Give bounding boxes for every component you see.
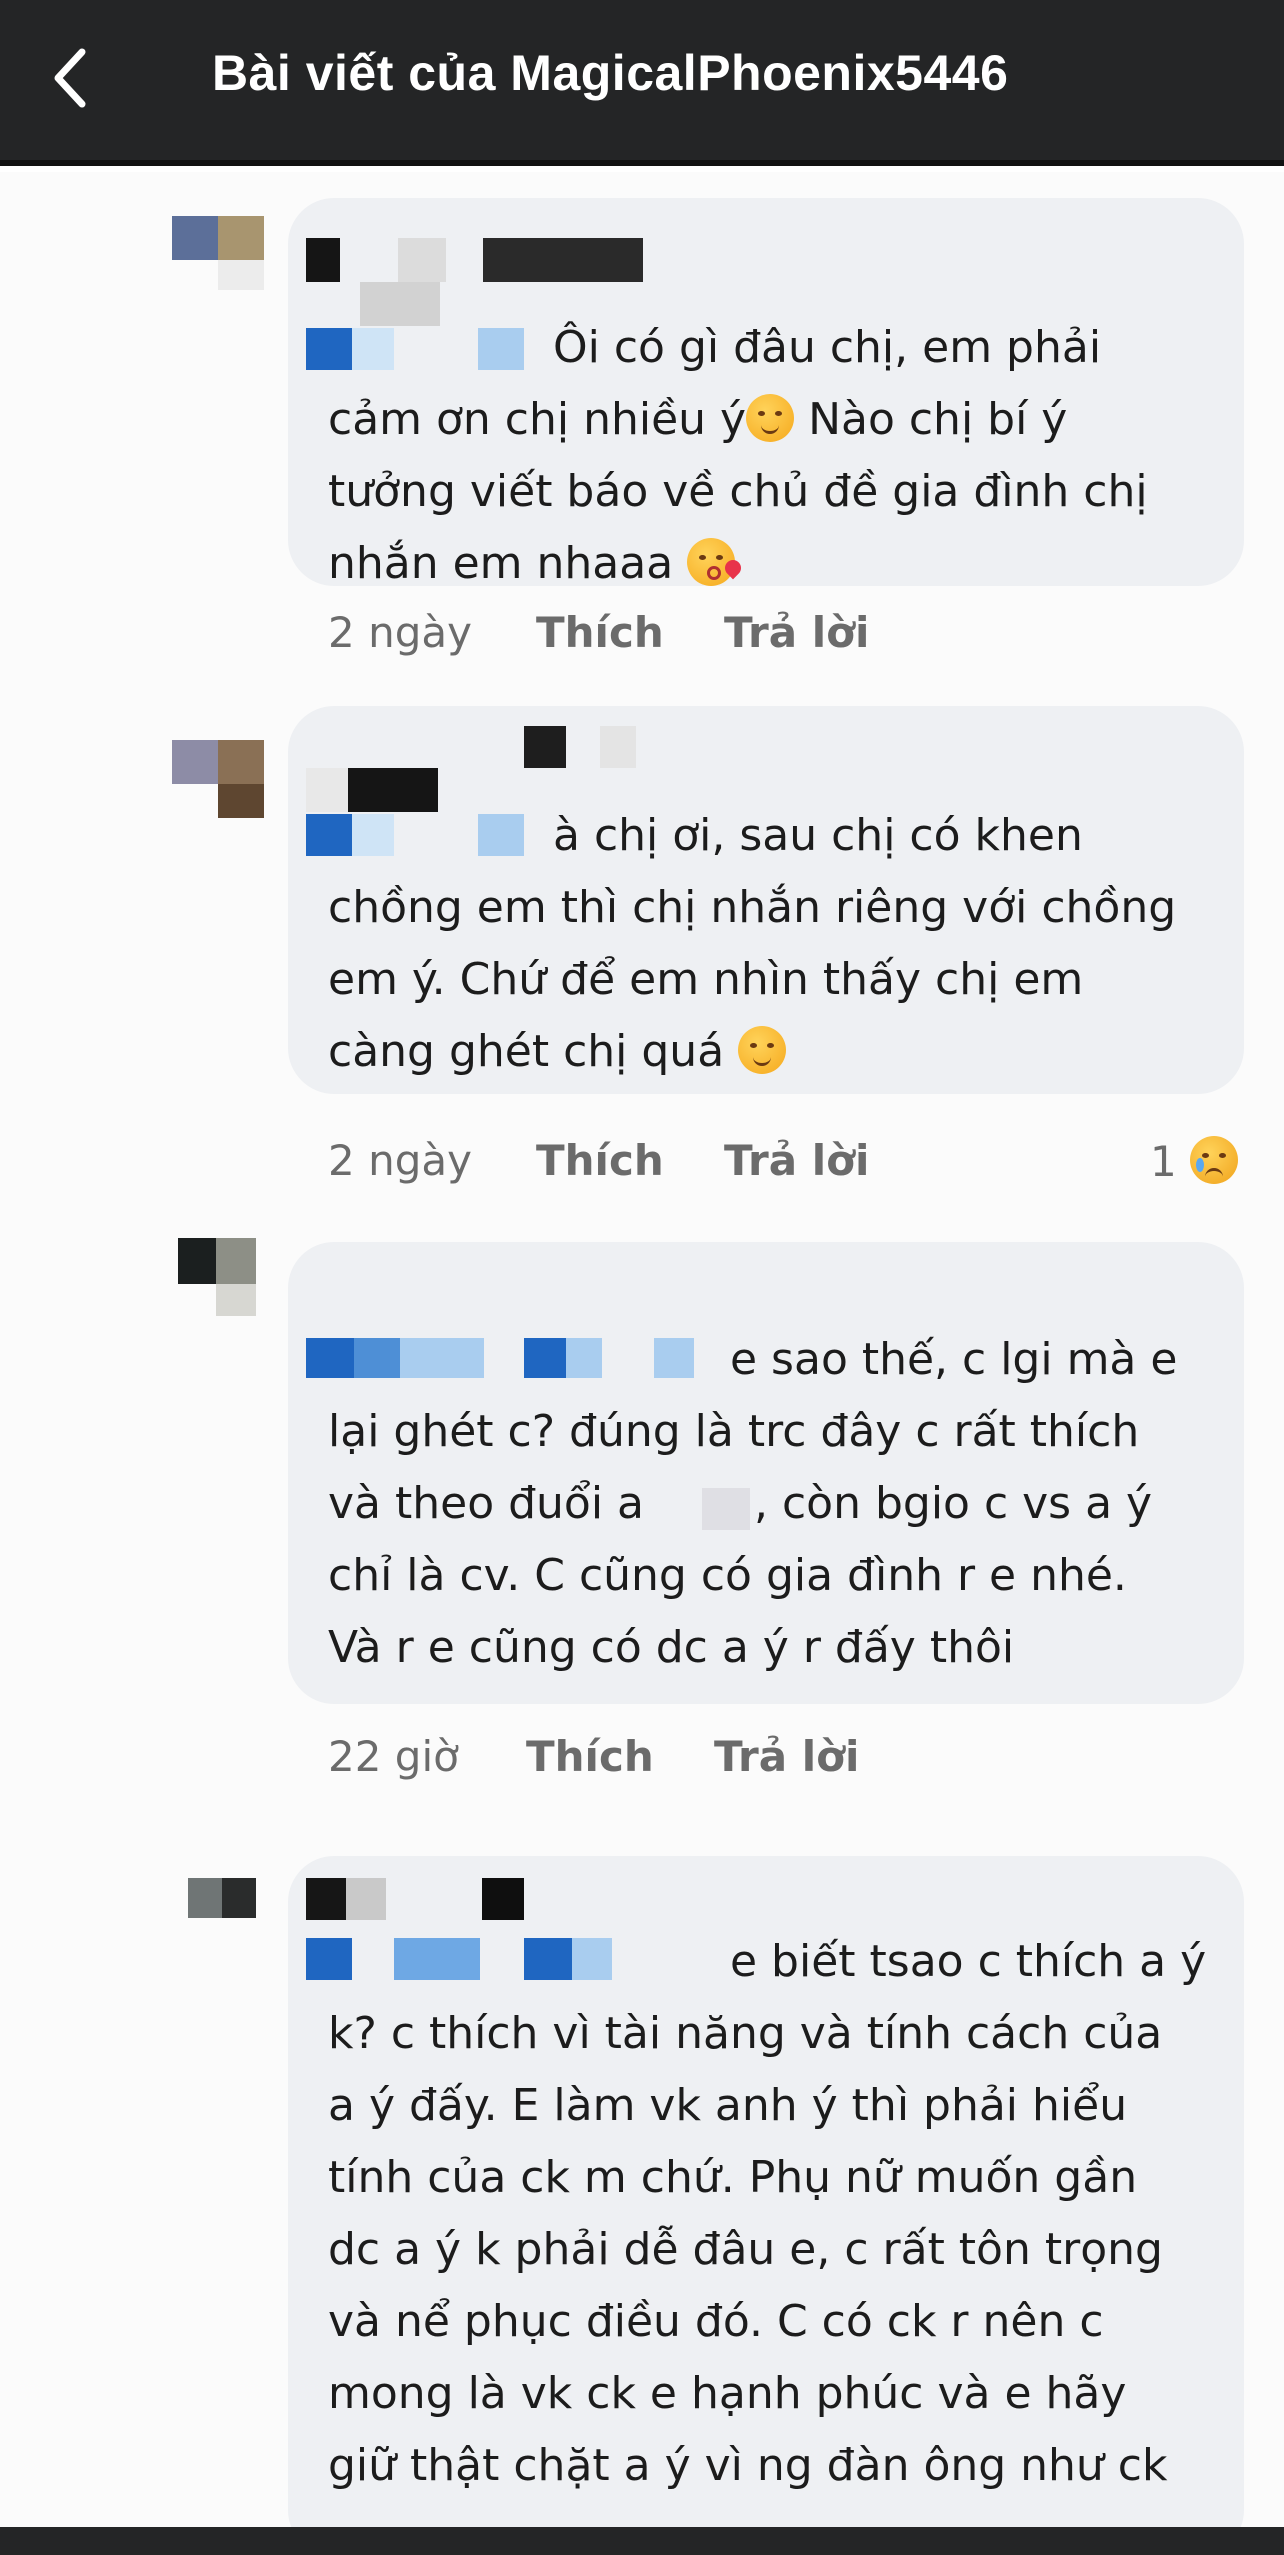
kiss-emoji-icon bbox=[687, 538, 745, 586]
comment-text-line: e biết tsao c thích a ý bbox=[730, 1936, 1207, 1987]
avatar[interactable] bbox=[172, 740, 264, 832]
comment-text-line: càng ghét chị quá bbox=[328, 1016, 1228, 1088]
pixelated-name bbox=[306, 1878, 346, 1920]
comment-text-line: à chị ơi, sau chị có khen bbox=[553, 810, 1083, 861]
comment-text-line: lại ghét c? đúng là trc đây c rất thích bbox=[328, 1406, 1140, 1457]
comment-time: 2 ngày bbox=[328, 1136, 472, 1185]
comment-bubble: à chị ơi, sau chị có khen chồng em thì c… bbox=[288, 706, 1244, 1094]
comment-text-line: tính của ck m chứ. Phụ nữ muốn gần bbox=[328, 2152, 1138, 2203]
smirk-emoji-icon bbox=[746, 394, 795, 442]
comment-actions: 2 ngày Thích Trả lời bbox=[328, 1136, 1228, 1196]
chevron-left-icon bbox=[54, 48, 86, 108]
pixelated-name bbox=[483, 238, 643, 282]
comment-bubble: Ôi có gì đâu chị, em phải cảm ơn chị nhi… bbox=[288, 198, 1244, 589]
app-header: Bài viết của MagicalPhoenix5446 bbox=[0, 0, 1284, 166]
comment-text-line: nhắn em nhaaa bbox=[328, 528, 1208, 600]
comment-text-line: Và r e cũng có dc a ý r đấy thôi bbox=[328, 1622, 1015, 1673]
comment-text-line: chồng em thì chị nhắn riêng với chồng bbox=[328, 882, 1177, 933]
comment-text-line: dc a ý k phải dễ đâu e, c rất tôn trọng bbox=[328, 2224, 1163, 2275]
comment-text-line: và theo đuổi a, còn bgio c vs a ý bbox=[328, 1478, 1153, 1529]
like-button[interactable]: Thích bbox=[536, 608, 664, 657]
comment-text-line: e sao thế, c lgi mà e bbox=[730, 1334, 1178, 1385]
comment-text-line: mong là vk ck e hạnh phúc và e hãy bbox=[328, 2368, 1127, 2419]
comment-actions: 2 ngày Thích Trả lời bbox=[328, 608, 1228, 668]
comment-text-line: k? c thích vì tài năng và tính cách của bbox=[328, 2008, 1163, 2059]
reply-button[interactable]: Trả lời bbox=[724, 1136, 869, 1185]
comment-text-line: cảm ơn chị nhiều ý Nào chị bí ý bbox=[328, 394, 1068, 445]
comment-text-line: giữ thật chặt a ý vì ng đàn ông như ck bbox=[328, 2440, 1168, 2491]
comment-bubble: e biết tsao c thích a ý k? c thích vì tà… bbox=[288, 1856, 1244, 2527]
avatar[interactable] bbox=[178, 1238, 270, 1330]
comment-time: 22 giờ bbox=[328, 1732, 459, 1781]
sad-emoji-icon bbox=[1190, 1136, 1239, 1184]
comment-bubble: e sao thế, c lgi mà e lại ghét c? đúng l… bbox=[288, 1242, 1244, 1704]
pixelated-name bbox=[524, 726, 566, 768]
comment-text-line: Ôi có gì đâu chị, em phải bbox=[553, 322, 1102, 373]
reply-button[interactable]: Trả lời bbox=[724, 608, 869, 657]
comment-text-line: a ý đấy. E làm vk anh ý thì phải hiểu bbox=[328, 2080, 1128, 2131]
pixelated-name bbox=[306, 238, 340, 282]
reaction-count[interactable]: 1 bbox=[1150, 1136, 1239, 1186]
comment-actions: 22 giờ Thích Trả lời bbox=[328, 1732, 1228, 1792]
comment-text-line: chỉ là cv. C cũng có gia đình r e nhé. bbox=[328, 1550, 1127, 1601]
comment-time: 2 ngày bbox=[328, 608, 472, 657]
like-button[interactable]: Thích bbox=[536, 1136, 664, 1185]
avatar[interactable] bbox=[172, 216, 264, 308]
avatar[interactable] bbox=[188, 1878, 280, 1970]
comment-text-line: và nể phục điều đó. C có ck r nên c bbox=[328, 2296, 1104, 2347]
reply-button[interactable]: Trả lời bbox=[714, 1732, 859, 1781]
bottom-bar bbox=[0, 2527, 1284, 2555]
relieved-emoji-icon bbox=[738, 1026, 787, 1074]
comment-thread: Ôi có gì đâu chị, em phải cảm ơn chị nhi… bbox=[0, 172, 1284, 2527]
like-button[interactable]: Thích bbox=[526, 1732, 654, 1781]
comment-text-line: tưởng viết báo về chủ đề gia đình chị bbox=[328, 466, 1148, 517]
comment-text-line: em ý. Chứ để em nhìn thấy chị em bbox=[328, 954, 1084, 1005]
back-button[interactable] bbox=[44, 42, 100, 114]
page-title: Bài viết của MagicalPhoenix5446 bbox=[212, 45, 1009, 101]
